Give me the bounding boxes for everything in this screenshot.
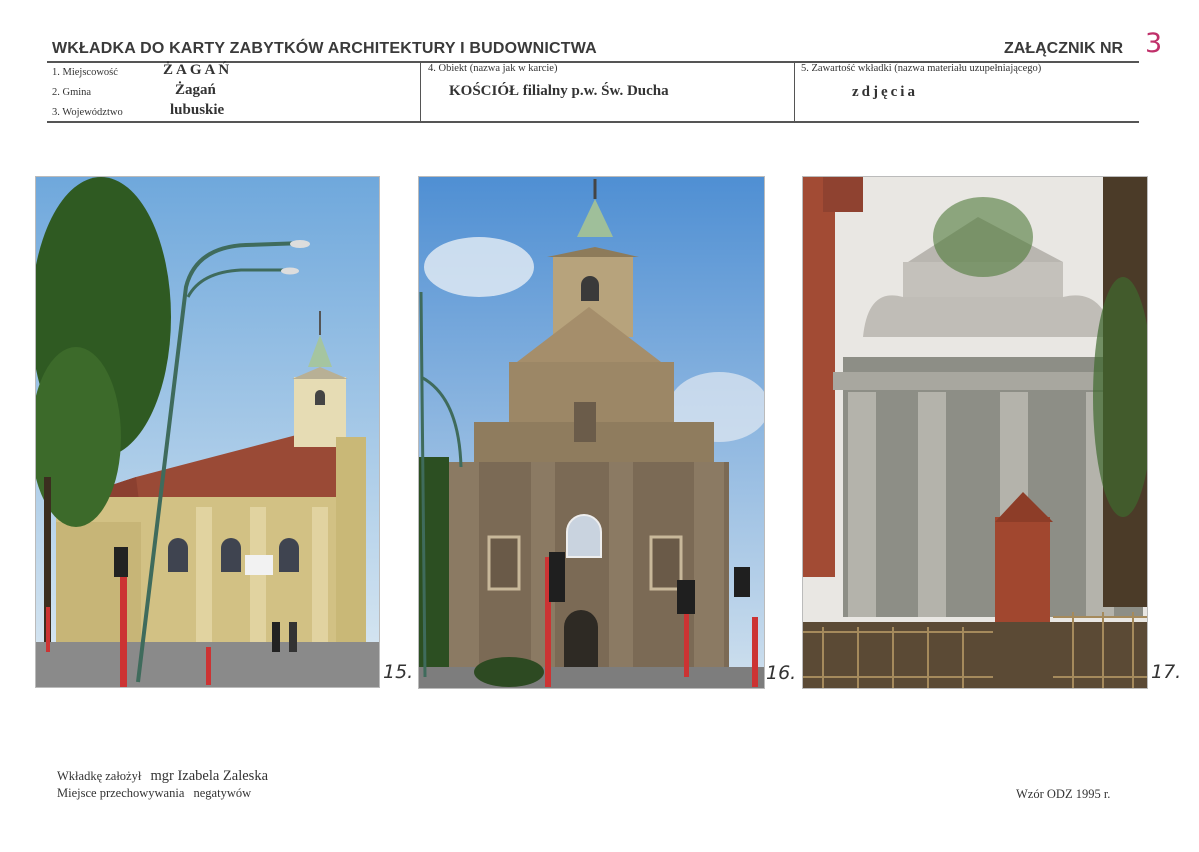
- photo-number-17: 17.: [1151, 661, 1182, 683]
- photo-number-15: 15.: [383, 661, 414, 683]
- annex-label: ZAŁĄCZNIK NR: [1004, 40, 1124, 57]
- locality-value: ŻAGAŃ: [163, 62, 233, 78]
- template-version: Wzór ODZ 1995 r.: [1016, 787, 1111, 801]
- photo-number-16: 16.: [766, 662, 797, 684]
- voivodeship-value: lubuskie: [170, 102, 225, 118]
- header-divider-1: [420, 62, 421, 121]
- voivodeship-label: 3. Województwo: [52, 107, 123, 118]
- commune-value: Żagań: [175, 82, 216, 98]
- annex-number: 3: [1145, 28, 1163, 59]
- header-divider-2: [794, 62, 795, 121]
- storage-label: Miejsce przechowywania: [57, 786, 185, 800]
- photo-church-gable-detail: [802, 176, 1148, 689]
- form-title: WKŁADKA DO KARTY ZABYTKÓW ARCHITEKTURY I…: [52, 40, 597, 57]
- commune-label: 2. Gmina: [52, 87, 92, 98]
- object-label: 4. Obiekt (nazwa jak w karcie): [428, 63, 558, 74]
- object-value: KOŚCIÓŁ filialny p.w. Św. Ducha: [449, 83, 669, 99]
- header-bottom-rule: [47, 121, 1139, 123]
- content-value: zdjęcia: [852, 84, 918, 100]
- content-label: 5. Zawartość wkładki (nazwa materiału uz…: [801, 63, 1042, 74]
- photo-church-side-view: [35, 176, 380, 688]
- locality-label: 1. Miejscowość: [52, 67, 118, 78]
- author-label: Wkładkę założył: [57, 769, 142, 783]
- author-name: mgr Izabela Zaleska: [150, 768, 269, 784]
- storage-value: negatywów: [193, 786, 252, 800]
- storage-line: Miejsce przechowywania negatywów: [57, 786, 251, 801]
- author-line: Wkładkę założył mgr Izabela Zaleska: [57, 768, 268, 785]
- photo-church-facade: [418, 176, 765, 689]
